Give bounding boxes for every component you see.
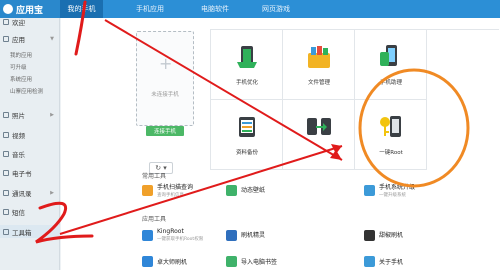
sms-icon (3, 208, 9, 215)
kingroot-icon (142, 229, 153, 241)
tile-transfer[interactable] (283, 100, 355, 170)
tool-title: 关于手机 (379, 258, 404, 266)
tool-title: 刷机精灵 (241, 232, 266, 239)
sidebar-item-music[interactable]: 音乐 (0, 147, 60, 160)
sidebar: 欢迎 应用 ▼ 我的应用 可升级 系统应用 山寨应用检测 照片 ▶ 视频 音乐 … (0, 18, 60, 270)
tool-item[interactable]: 甜椒刷机 (364, 226, 403, 244)
sidebar-item-contacts[interactable]: 通讯录 ▶ (0, 186, 60, 199)
contacts-icon (3, 189, 9, 196)
tool-title: 手机系统升级 (379, 184, 416, 191)
sidebar-item-label: 短信 (12, 208, 25, 217)
file-manager-icon (308, 46, 330, 68)
phone-placeholder-card[interactable]: + 未连接手机 (136, 31, 194, 126)
tile-file-manager[interactable]: 文件管理 (283, 30, 355, 100)
music-icon (3, 150, 9, 157)
tool-title: 甜椒刷机 (379, 232, 404, 239)
tool-title: 导入电脑书签 (241, 258, 278, 266)
tool-title: 手机扫描查询 (157, 184, 194, 191)
sidebar-sub-my-apps[interactable]: 我的应用 (10, 51, 32, 60)
transfer-icon (307, 118, 331, 135)
logo-icon (3, 4, 13, 14)
bookmark-icon (226, 255, 237, 267)
video-icon (3, 131, 9, 138)
tool-item[interactable]: 动态壁纸 (226, 181, 265, 199)
sidebar-item-label: 视频 (12, 131, 25, 140)
chevron-right-icon: ▶ (50, 111, 54, 118)
sidebar-item-label: 电子书 (12, 169, 32, 178)
tile-label: 资料备份 (235, 150, 258, 156)
tile-label: 一键Root (379, 150, 403, 156)
common-tools-heading: 常用工具 (142, 173, 167, 180)
pepper-flash-icon (364, 229, 375, 241)
tile-one-click-root[interactable]: 一键Root (355, 100, 427, 170)
tool-title: 动态壁纸 (241, 187, 266, 194)
tab-web-games[interactable]: 网页游戏 (252, 0, 300, 18)
top-bar: 应用宝 我的手机 手机应用 电脑软件 网页游戏 (0, 0, 500, 18)
connect-phone-button[interactable]: 连接手机 (146, 126, 184, 136)
feature-grid: 手机优化 文件管理 手机助理 资料备份 一键Root (210, 29, 499, 170)
chevron-right-icon: ▶ (50, 189, 54, 196)
tile-phone-assistant[interactable]: 手机助理 (355, 30, 427, 100)
sidebar-item-sms[interactable]: 短信 (0, 205, 60, 218)
sidebar-sub-upgradable[interactable]: 可升级 (10, 63, 27, 72)
tool-desc: 查询手机信息 (157, 193, 184, 198)
toolbox-icon (3, 228, 9, 235)
backup-icon (239, 117, 255, 137)
sidebar-item-ebooks[interactable]: 电子书 (0, 166, 60, 179)
tool-item[interactable]: 关于手机 (364, 252, 403, 270)
tab-pc-software[interactable]: 电脑软件 (190, 0, 240, 18)
zhuo-flash-icon (142, 255, 153, 267)
tab-phone-apps[interactable]: 手机应用 (125, 0, 175, 18)
apps-icon (3, 35, 9, 42)
sidebar-sub-fake-app-check[interactable]: 山寨应用检测 (10, 87, 43, 96)
sidebar-item-welcome[interactable]: 欢迎 (0, 15, 60, 28)
tile-label: 手机优化 (235, 80, 258, 86)
add-phone-icon: + (159, 54, 173, 73)
sidebar-item-apps[interactable]: 应用 ▼ (0, 32, 60, 45)
chevron-down-icon: ▼ (50, 35, 54, 42)
photo-icon (3, 111, 9, 118)
wallpaper-icon (226, 184, 237, 196)
book-icon (3, 169, 9, 176)
tool-desc: 一键获取手机Root权限 (157, 237, 204, 242)
tool-title: KingRoot (157, 228, 184, 235)
sidebar-item-toolbox[interactable]: 工具箱 (0, 225, 60, 238)
about-phone-icon (364, 255, 375, 267)
sidebar-item-video[interactable]: 视频 (0, 128, 60, 141)
tile-phone-optimize[interactable]: 手机优化 (211, 30, 283, 100)
home-icon (3, 18, 9, 25)
sidebar-item-photos[interactable]: 照片 ▶ (0, 108, 60, 121)
tool-item[interactable]: 卓大师刷机 (142, 252, 187, 270)
sidebar-item-label: 通讯录 (12, 189, 32, 198)
not-connected-text: 未连接手机 (151, 92, 179, 98)
phone-optimize-icon (237, 46, 257, 68)
flash-icon (226, 229, 237, 241)
sidebar-item-label: 音乐 (12, 150, 25, 159)
sidebar-item-label: 照片 (12, 111, 25, 120)
phone-assistant-icon (380, 45, 397, 66)
tool-item[interactable]: 刷机精灵 (226, 226, 265, 244)
sidebar-item-label: 应用 (12, 35, 25, 44)
tool-item[interactable]: 手机扫描查询 查询手机信息 (142, 181, 193, 199)
tool-item[interactable]: KingRoot 一键获取手机Root权限 (142, 226, 203, 244)
root-key-icon (380, 116, 401, 137)
sidebar-item-label: 欢迎 (12, 18, 25, 27)
sidebar-sub-system-apps[interactable]: 系统应用 (10, 75, 32, 84)
tool-item[interactable]: 手机系统升级 一键升级系统 (364, 181, 415, 199)
scan-icon (142, 184, 153, 196)
main-panel: + 未连接手机 连接手机 ↻ ▾ 手机优化 文件管理 手机助理 资料备份 一键R… (61, 18, 500, 270)
tool-item[interactable]: 导入电脑书签 (226, 252, 277, 270)
tile-data-backup[interactable]: 资料备份 (211, 100, 283, 170)
system-upgrade-icon (364, 184, 375, 196)
tile-label: 文件管理 (307, 80, 330, 86)
tile-label: 手机助理 (379, 80, 402, 86)
sidebar-item-label: 工具箱 (12, 228, 32, 237)
tool-desc: 一键升级系统 (379, 193, 406, 198)
app-tools-heading: 应用工具 (142, 216, 167, 223)
app-title: 应用宝 (16, 5, 44, 16)
tool-title: 卓大师刷机 (157, 258, 188, 266)
tab-my-phone[interactable]: 我的手机 (60, 0, 103, 18)
